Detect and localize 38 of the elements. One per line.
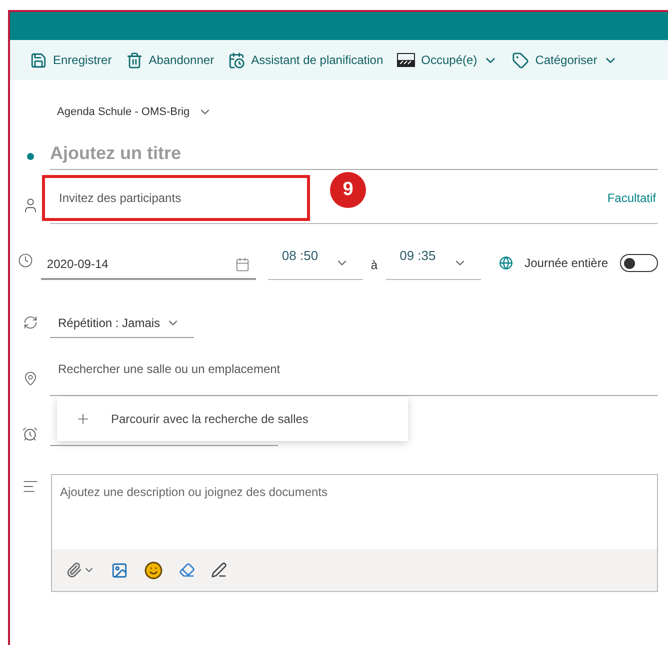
- save-icon: [30, 52, 47, 68]
- step-badge: 9: [330, 172, 366, 208]
- date-field[interactable]: 2020-09-14: [40, 250, 256, 280]
- room-finder-option[interactable]: Parcourir avec la recherche de salles: [57, 410, 308, 428]
- toolbar-button[interactable]: Enregistrer: [30, 51, 112, 69]
- calendar-icon: [234, 256, 250, 272]
- location-field[interactable]: Rechercher une salle ou un emplacement: [50, 360, 658, 396]
- toolbar-button[interactable]: Occupé(e): [397, 51, 498, 69]
- all-day-toggle[interactable]: [620, 254, 658, 272]
- to-label: à: [370, 257, 378, 274]
- optional-label: Facultatif: [607, 190, 656, 206]
- globe-icon[interactable]: [498, 256, 513, 270]
- clock-icon: [18, 253, 33, 268]
- location-pin-icon: [22, 371, 38, 386]
- repeat-icon: [22, 315, 38, 330]
- attendees-field[interactable]: Invitez des participants: [42, 174, 310, 220]
- alarm-clock-icon: [22, 426, 38, 442]
- pen-icon[interactable]: [211, 562, 227, 578]
- busy-pattern-icon: [397, 53, 416, 67]
- format-eraser-icon[interactable]: [179, 562, 195, 578]
- emoji-icon[interactable]: [144, 560, 163, 580]
- image-icon[interactable]: [111, 562, 128, 578]
- tag-icon: [512, 52, 530, 68]
- description-icon: [22, 478, 38, 495]
- toolbar-button[interactable]: Assistant de planification: [228, 51, 384, 69]
- description-field[interactable]: Ajoutez une description ou joignez des documents: [52, 475, 657, 549]
- end-time-field[interactable]: 09 :35: [386, 242, 481, 280]
- toolbar-button[interactable]: Abandonner: [126, 51, 214, 69]
- plus-icon: [75, 411, 91, 427]
- all-day-label: Journée entière: [524, 255, 608, 272]
- calendar-icon: [228, 52, 246, 68]
- start-time-field[interactable]: 08 :50: [268, 242, 363, 280]
- trash-icon: [126, 52, 143, 68]
- paperclip-icon: [66, 562, 82, 578]
- toolbar-button[interactable]: Catégoriser: [512, 51, 618, 69]
- calendar-selector[interactable]: Agenda Schule - OMS-Brig: [57, 104, 212, 120]
- attach-button[interactable]: [66, 562, 95, 578]
- repeat-dropdown[interactable]: Répétition : Jamais: [50, 308, 194, 338]
